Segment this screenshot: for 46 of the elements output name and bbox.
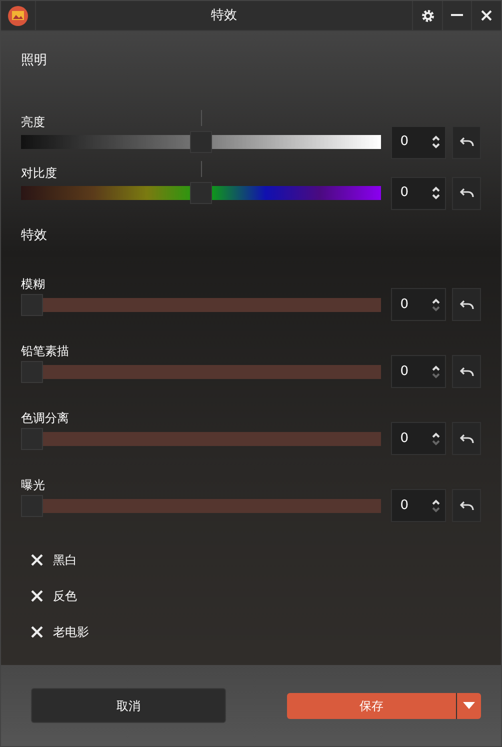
slider[interactable] xyxy=(21,131,382,153)
undo-icon xyxy=(460,366,474,378)
toggle-option[interactable]: 反色 xyxy=(31,588,481,604)
reset-button[interactable] xyxy=(452,288,481,321)
slider-thumb[interactable] xyxy=(21,294,43,316)
slider-label: 对比度 xyxy=(21,166,57,180)
save-options-button[interactable] xyxy=(457,692,481,718)
toggle-option[interactable]: 黑白 xyxy=(31,552,481,568)
slider-needle xyxy=(200,160,202,176)
slider-label: 色调分离 xyxy=(21,411,69,425)
section-heading: 特效 xyxy=(21,226,48,244)
reset-button[interactable] xyxy=(452,126,481,158)
undo-icon xyxy=(460,298,474,310)
toggle-option[interactable]: 老电影 xyxy=(31,624,481,640)
reset-button[interactable] xyxy=(452,355,481,388)
slider-thumb[interactable] xyxy=(21,494,43,516)
slider-thumb[interactable] xyxy=(21,428,43,450)
slider-thumb[interactable] xyxy=(21,360,43,382)
undo-icon xyxy=(460,500,474,512)
close-icon xyxy=(481,10,492,21)
slider-thumb[interactable] xyxy=(190,131,212,153)
slider-needle xyxy=(200,110,202,126)
slider[interactable] xyxy=(21,360,382,382)
reset-button[interactable] xyxy=(452,422,481,455)
save-button[interactable]: 保存 xyxy=(287,692,457,718)
settings-icon xyxy=(420,8,434,22)
slider[interactable] xyxy=(21,182,382,204)
caret-icon xyxy=(463,702,475,710)
reset-button[interactable] xyxy=(452,176,481,210)
slider-label: 模糊 xyxy=(21,277,45,291)
undo-icon xyxy=(460,136,474,148)
app-logo-icon xyxy=(7,4,29,26)
slider-label: 铅笔素描 xyxy=(21,344,69,358)
slider[interactable] xyxy=(21,428,382,450)
undo-icon xyxy=(460,187,474,199)
slider-label: 曝光 xyxy=(21,478,45,492)
cancel-button[interactable]: 取消 xyxy=(31,688,226,723)
reset-button[interactable] xyxy=(452,489,481,522)
section-heading: 照明 xyxy=(21,52,48,70)
undo-icon xyxy=(460,432,474,444)
slider[interactable] xyxy=(21,294,382,316)
minimize-icon xyxy=(451,14,463,17)
slider-label: 亮度 xyxy=(21,114,45,128)
window-title: 特效 xyxy=(210,6,238,25)
slider-thumb[interactable] xyxy=(190,182,212,204)
slider[interactable] xyxy=(21,494,382,516)
